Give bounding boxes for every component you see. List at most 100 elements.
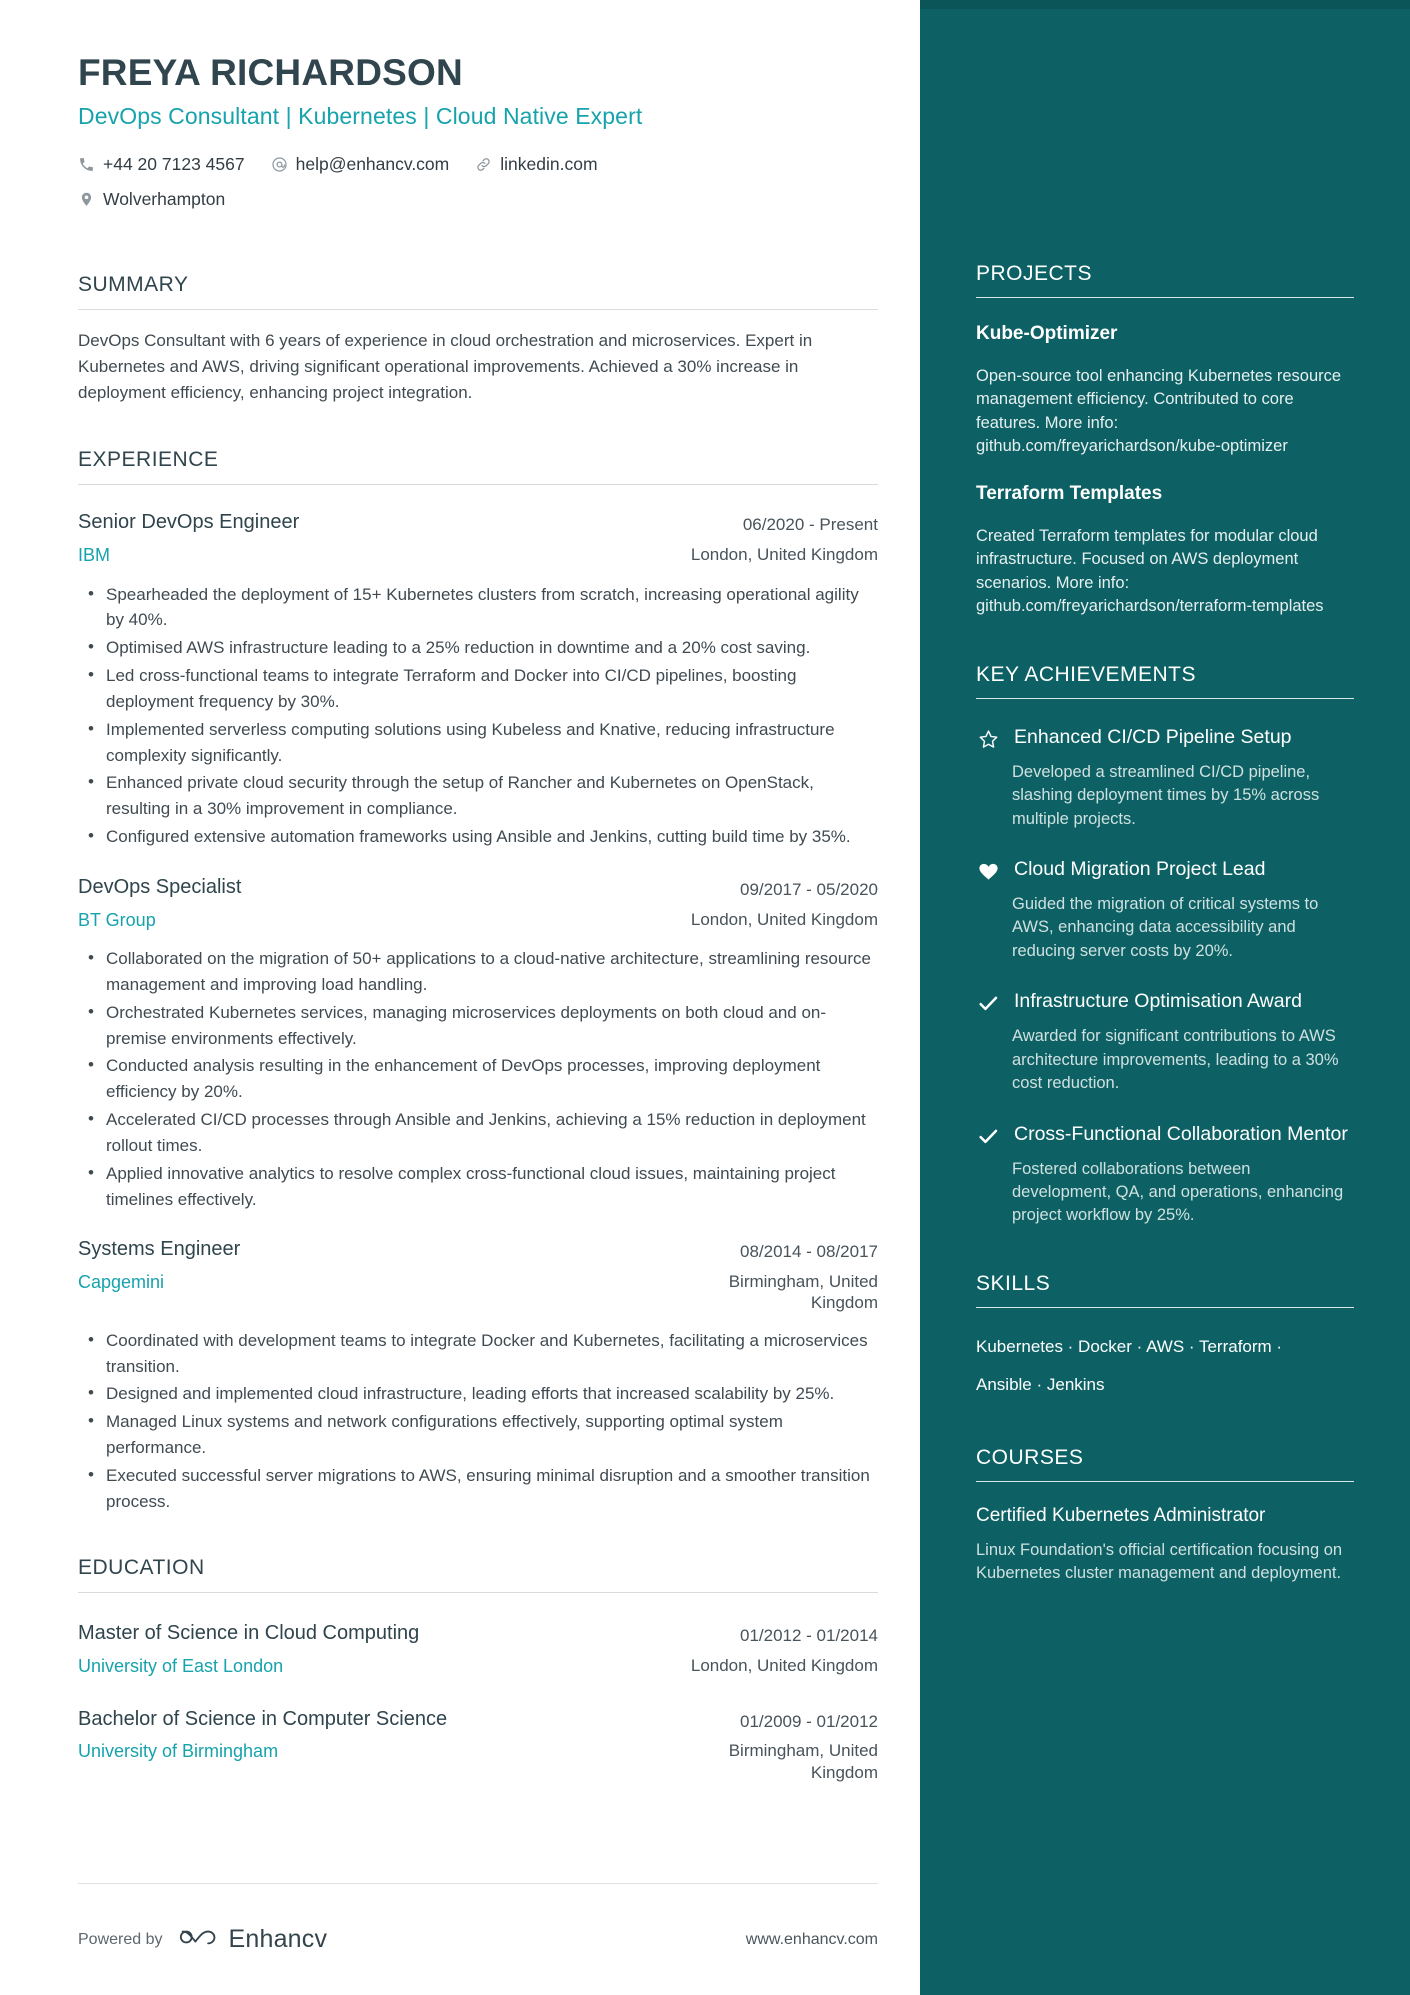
job-location: London, United Kingdom (690, 909, 878, 929)
job-title: Senior DevOps Engineer (78, 511, 300, 534)
achievement-title: Cloud Migration Project Lead (1014, 858, 1266, 881)
check-icon (976, 989, 1000, 1015)
job-bullet: Led cross-functional teams to integrate … (88, 662, 878, 715)
email-icon (271, 156, 288, 173)
experience-divider (78, 484, 878, 486)
projects-section: PROJECTS Kube-Optimizer Open-source tool… (976, 262, 1354, 619)
achievement-item: Enhanced CI/CD Pipeline Setup (976, 725, 1354, 751)
page-title: FREYA RICHARDSON (78, 52, 463, 93)
project-name: Terraform Templates (976, 483, 1163, 505)
projects-divider (976, 297, 1354, 298)
resume-page: FREYA RICHARDSON DevOps Consultant | Kub… (0, 0, 1410, 1995)
job-bullet: Executed successful server migrations to… (88, 1462, 878, 1515)
courses-section: COURSES Certified Kubernetes Administrat… (976, 1446, 1354, 1586)
job-dates: 09/2017 - 05/2020 (739, 879, 878, 899)
school-name: University of East London (78, 1656, 284, 1677)
job-title: DevOps Specialist (78, 875, 242, 898)
job-bullets: Spearheaded the deployment of 15+ Kubern… (78, 581, 878, 850)
education-section: EDUCATION Master of Science in Cloud Com… (78, 1556, 878, 1782)
achievement-description: Guided the migration of critical systems… (1012, 895, 1319, 960)
job-location: Birmingham, United Kingdom (728, 1272, 878, 1313)
job-bullet: Coordinated with development teams to in… (88, 1327, 878, 1380)
school-location: Birmingham, United Kingdom (728, 1741, 878, 1782)
job-bullet: Orchestrated Kubernetes services, managi… (88, 999, 878, 1052)
achievement-title: Enhanced CI/CD Pipeline Setup (1014, 725, 1292, 748)
page-footer: Powered by Enhancv www.enhancv.com (78, 1883, 878, 1995)
courses-divider (976, 1480, 1354, 1482)
courses-heading: COURSES (976, 1445, 1084, 1469)
contact-list-second-row: Wolverhampton (78, 182, 878, 217)
project-name: Kube-Optimizer (976, 323, 1118, 344)
contact-phone[interactable]: +44 20 7123 4567 (78, 147, 245, 182)
contact-location: Wolverhampton (78, 182, 225, 217)
projects-heading: PROJECTS (976, 262, 1093, 285)
summary-heading: SUMMARY (78, 273, 189, 297)
job-title: Systems Engineer (78, 1238, 241, 1261)
job-bullet: Accelerated CI/CD processes through Ansi… (88, 1106, 878, 1159)
contact-email[interactable]: help@enhancv.com (271, 147, 450, 182)
achievement-description: Developed a streamlined CI/CD pipeline, … (1012, 762, 1320, 828)
achievement-item: Cross-Functional Collaboration Mentor (976, 1122, 1354, 1148)
job-company: Capgemini (78, 1272, 165, 1293)
project-item: Kube-Optimizer Open-source tool enhancin… (976, 322, 1354, 458)
link-icon (475, 156, 492, 173)
education-heading: EDUCATION (78, 1556, 205, 1580)
course-description: Linux Foundation's official certificatio… (976, 1540, 1343, 1582)
powered-by-label: Powered by (78, 1930, 163, 1948)
job-company: IBM (78, 545, 111, 566)
achievements-section: KEY ACHIEVEMENTS Enhanced CI/CD Pipeline… (976, 663, 1354, 1228)
sidebar-top-accent-bar (920, 0, 1410, 9)
project-description: Created Terraform templates for modular … (976, 527, 1324, 616)
job-bullet: Optimised AWS infrastructure leading to … (88, 634, 878, 661)
degree-dates: 01/2009 - 01/2012 (739, 1711, 878, 1731)
enhancv-logo-icon (179, 1924, 219, 1955)
contact-list: +44 20 7123 4567 help@enhancv.com linked… (78, 147, 878, 182)
job-bullet: Managed Linux systems and network config… (88, 1408, 878, 1461)
powered-by-block: Powered by Enhancv (78, 1924, 327, 1955)
job-location: London, United Kingdom (690, 545, 878, 565)
job-company: BT Group (78, 909, 156, 930)
degree-dates: 01/2012 - 01/2014 (739, 1626, 878, 1646)
skills-section: SKILLS Kubernetes · Docker · AWS · Terra… (976, 1272, 1354, 1402)
job-dates: 08/2014 - 08/2017 (739, 1242, 878, 1262)
education-entry: Master of Science in Cloud Computing 01/… (78, 1621, 878, 1678)
education-entry: Bachelor of Science in Computer Science … (78, 1707, 878, 1783)
achievements-divider (976, 697, 1354, 699)
achievement-title: Cross-Functional Collaboration Mentor (1014, 1122, 1348, 1145)
contact-email-text: help@enhancv.com (295, 154, 450, 175)
star-icon (976, 725, 1000, 751)
contact-phone-text: +44 20 7123 4567 (103, 154, 245, 175)
school-name: University of Birmingham (78, 1741, 279, 1762)
summary-text: DevOps Consultant with 6 years of experi… (78, 331, 813, 403)
experience-entry: DevOps Specialist 09/2017 - 05/2020 BT G… (78, 875, 878, 1212)
job-bullet: Enhanced private cloud security through … (88, 769, 878, 822)
contact-location-text: Wolverhampton (103, 189, 226, 210)
contact-link[interactable]: linkedin.com (475, 147, 598, 182)
experience-entry: Senior DevOps Engineer 06/2020 - Present… (78, 510, 878, 849)
course-name: Certified Kubernetes Administrator (976, 1504, 1266, 1526)
job-bullet: Applied innovative analytics to resolve … (88, 1160, 878, 1213)
achievement-item: Cloud Migration Project Lead (976, 857, 1354, 883)
heart-icon (976, 857, 1000, 883)
education-divider (78, 1592, 878, 1594)
footer-url[interactable]: www.enhancv.com (746, 1931, 878, 1949)
achievement-item: Infrastructure Optimisation Award (976, 989, 1354, 1015)
job-bullet: Conducted analysis resulting in the enha… (88, 1052, 878, 1105)
skills-list-line-1: Kubernetes · Docker · AWS · Terraform · (976, 1336, 1283, 1356)
job-bullets: Coordinated with development teams to in… (78, 1327, 878, 1515)
skills-heading: SKILLS (976, 1271, 1051, 1295)
job-bullet: Implemented serverless computing solutio… (88, 716, 878, 769)
project-description: Open-source tool enhancing Kubernetes re… (976, 366, 1342, 455)
school-location: London, United Kingdom (690, 1656, 878, 1676)
contact-link-text: linkedin.com (500, 154, 598, 175)
summary-divider (78, 309, 878, 311)
phone-icon (78, 156, 95, 173)
enhancv-brand-name: Enhancv (228, 1925, 328, 1953)
job-bullet: Collaborated on the migration of 50+ app… (88, 945, 878, 998)
professional-headline: DevOps Consultant | Kubernetes | Cloud N… (78, 103, 643, 130)
skills-list-line-2: Ansible · Jenkins (976, 1374, 1105, 1394)
location-icon (78, 191, 95, 208)
enhancv-brand: Enhancv (179, 1924, 328, 1955)
course-item: Certified Kubernetes Administrator Linux… (976, 1504, 1354, 1586)
skills-divider (976, 1306, 1354, 1308)
